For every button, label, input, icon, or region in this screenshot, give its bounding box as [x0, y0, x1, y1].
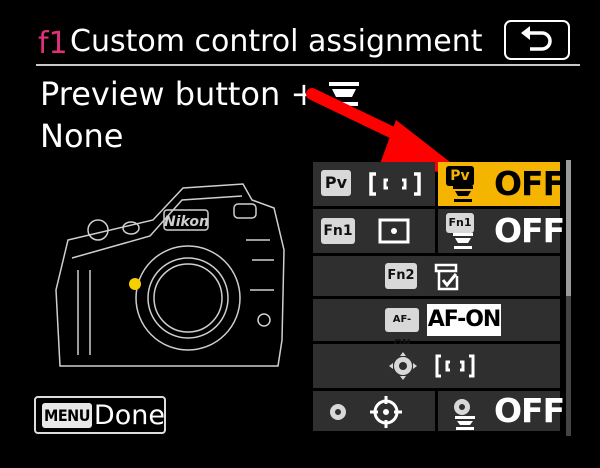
row-fn1-control[interactable]: Fn1	[313, 209, 435, 253]
focus-point-selection-icon	[370, 396, 402, 428]
my-menu-icon	[434, 263, 459, 291]
afon-button-badge: AF-ON	[385, 308, 419, 349]
sub-command-dial-icon	[453, 186, 473, 202]
sub-command-dial-icon	[455, 416, 475, 430]
item-label-text: Preview button +	[40, 75, 318, 113]
scrollbar-thumb[interactable]	[566, 160, 571, 296]
row-sub-selector-dial-cell[interactable]: OFF	[438, 391, 565, 431]
back-button[interactable]	[504, 20, 570, 60]
af-area-bracket-icon	[369, 172, 421, 196]
fn1-button-badge: Fn1	[321, 218, 355, 244]
af-area-bracket-icon	[435, 354, 475, 378]
sub-selector-dial-value: OFF	[494, 391, 565, 430]
fn1-dial-value: OFF	[494, 211, 565, 250]
camera-body-diagram: Nikon	[55, 183, 285, 367]
row-afon-control[interactable]: AF-ON AF-ON	[313, 299, 560, 349]
page-title: Custom control assignment	[70, 24, 483, 59]
row-sub-selector-control[interactable]	[313, 391, 435, 431]
sub-selector-icon	[454, 399, 470, 415]
menu-code: f1	[38, 26, 68, 61]
item-value: None	[40, 117, 124, 155]
row-sub-selector-center-control[interactable]	[313, 344, 560, 388]
row-fn1-dial-cell[interactable]: Fn1 OFF	[438, 209, 565, 253]
spot-metering-icon	[378, 218, 410, 244]
afon-value: AF-ON	[427, 304, 501, 336]
title-divider	[36, 64, 580, 66]
pv-dial-value: OFF	[494, 164, 565, 203]
pv-dial-badge: Pv	[446, 166, 474, 186]
row-pv-control[interactable]: Pv	[313, 162, 435, 206]
sub-command-dial-icon	[453, 233, 473, 249]
done-button[interactable]: MENU Done	[34, 396, 166, 434]
row-fn2-control[interactable]: Fn2	[313, 256, 560, 296]
fn1-dial-badge: Fn1	[446, 213, 474, 233]
back-arrow-icon	[521, 26, 552, 51]
menu-key-badge: MENU	[42, 402, 92, 428]
pv-button-badge: Pv	[321, 170, 351, 196]
camera-brand-logo: Nikon	[164, 214, 209, 230]
sub-selector-icon	[330, 404, 346, 420]
done-label: Done	[93, 399, 165, 431]
fn2-button-badge: Fn2	[385, 263, 417, 289]
row-pv-dial-cell[interactable]: Pv OFF	[438, 162, 565, 206]
sub-selector-center-icon	[389, 352, 417, 380]
